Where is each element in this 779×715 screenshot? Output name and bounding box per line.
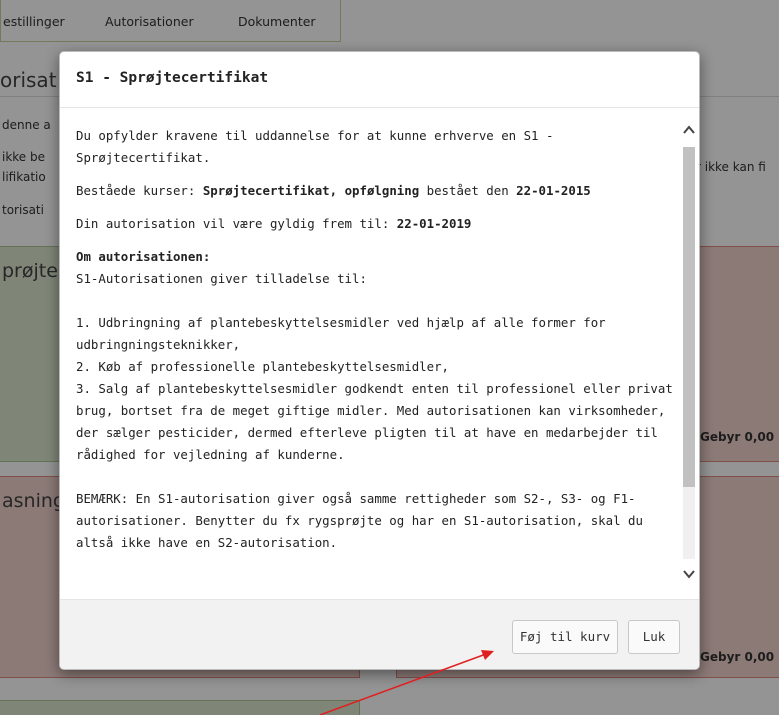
- passed-text: bestået den: [419, 183, 517, 198]
- about-heading: Om autorisationen:: [76, 249, 211, 264]
- dialog-footer: Føj til kurv Luk: [60, 599, 699, 669]
- dialog-title: S1 - Sprøjtecertifikat: [76, 70, 269, 86]
- valid-label: Din autorisation vil være gyldig frem ti…: [76, 216, 397, 231]
- chevron-up-icon[interactable]: [681, 123, 697, 139]
- dialog-body[interactable]: Du opfylder kravene til uddannelse for a…: [60, 109, 699, 599]
- scrollbar-thumb[interactable]: [683, 147, 695, 487]
- close-button[interactable]: Luk: [628, 620, 680, 654]
- valid-until: Din autorisation vil være gyldig frem ti…: [76, 213, 676, 235]
- valid-date: 22-01-2019: [396, 216, 472, 231]
- about-intro: S1-Autorisationen giver tilladelse til:: [76, 271, 367, 286]
- dialog-content: Du opfylder kravene til uddannelse for a…: [76, 125, 676, 554]
- passed-date: 22-01-2015: [516, 183, 591, 198]
- course-name: Sprøjtecertifikat, opfølgning: [202, 183, 420, 198]
- scrollbar[interactable]: [680, 119, 698, 599]
- chevron-down-icon[interactable]: [681, 567, 697, 583]
- passed-courses: Beståede kurser: Sprøjtecertifikat, opfø…: [76, 180, 676, 202]
- intro-text: Du opfylder kravene til uddannelse for a…: [76, 128, 554, 165]
- permission-item: 1. Udbringning af plantebeskyttelsesmidl…: [76, 315, 606, 352]
- permission-item: 3. Salg af plantebeskyttelsesmidler godk…: [76, 381, 673, 462]
- add-to-cart-button[interactable]: Føj til kurv: [512, 620, 618, 654]
- dialog-header: S1 - Sprøjtecertifikat: [60, 52, 699, 108]
- courses-label: Beståede kurser:: [76, 183, 203, 198]
- certificate-dialog: S1 - Sprøjtecertifikat Du opfylder krave…: [59, 51, 700, 670]
- note-text: BEMÆRK: En S1-autorisation giver også sa…: [76, 491, 643, 550]
- permission-item: 2. Køb af professionelle plantebeskyttel…: [76, 359, 449, 374]
